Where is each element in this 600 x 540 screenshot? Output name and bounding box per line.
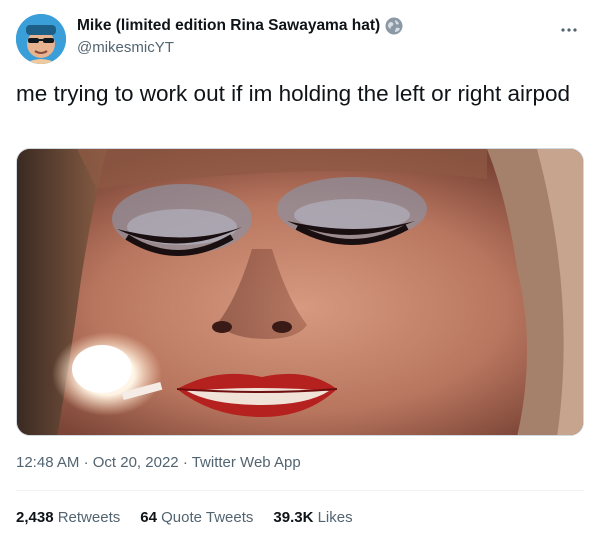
tweet-card: Mike (limited edition Rina Sawayama hat)… <box>0 0 600 540</box>
meta-separator: · <box>83 454 89 471</box>
globe-icon <box>385 17 403 35</box>
display-name[interactable]: Mike (limited edition Rina Sawayama hat) <box>77 17 380 35</box>
tweet-time: 12:48 AM <box>16 454 80 471</box>
tweet-stats: 2,438 Retweets 64 Quote Tweets 39.3K Lik… <box>16 509 353 526</box>
avatar-photo-icon <box>16 14 66 64</box>
retweets-count: 2,438 <box>16 509 54 526</box>
likes-label: Likes <box>317 509 353 526</box>
likes-stat[interactable]: 39.3K Likes <box>273 509 352 526</box>
divider <box>16 490 584 491</box>
quote-tweets-label: Quote Tweets <box>161 509 254 526</box>
quote-tweets-stat[interactable]: 64 Quote Tweets <box>140 509 253 526</box>
name-row: Mike (limited edition Rina Sawayama hat) <box>77 17 403 35</box>
avatar[interactable] <box>16 14 66 64</box>
meta-separator: · <box>182 454 188 471</box>
photo-close-up-face-icon <box>17 149 583 435</box>
more-horizontal-icon <box>561 28 577 32</box>
user-handle[interactable]: @mikesmicYT <box>77 39 174 56</box>
retweets-stat[interactable]: 2,438 Retweets <box>16 509 120 526</box>
quote-tweets-count: 64 <box>140 509 157 526</box>
tweet-media[interactable] <box>16 148 584 436</box>
tweet-metadata: 12:48 AM · Oct 20, 2022 · Twitter Web Ap… <box>16 454 301 471</box>
likes-count: 39.3K <box>273 509 314 526</box>
tweet-date: Oct 20, 2022 <box>92 454 179 471</box>
tweet-text: me trying to work out if im holding the … <box>16 81 571 106</box>
more-options-button[interactable] <box>556 20 582 40</box>
retweets-label: Retweets <box>57 509 121 526</box>
tweet-source-link[interactable]: Twitter Web App <box>192 454 301 471</box>
tweet-timestamp-link[interactable]: 12:48 AM · Oct 20, 2022 <box>16 454 179 471</box>
